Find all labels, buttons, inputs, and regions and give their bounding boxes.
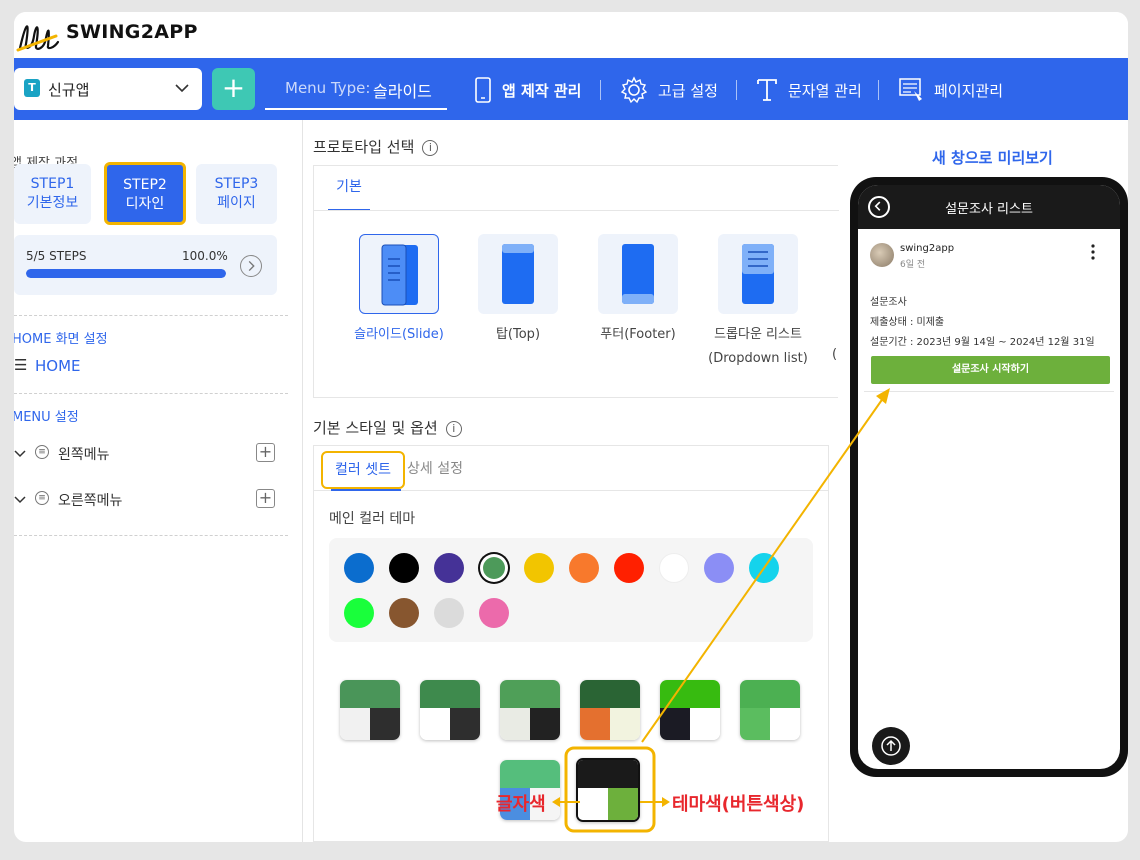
annotation-arrow-line [641, 393, 887, 743]
annotation-text-color: 글자색 [496, 794, 546, 815]
app-window: SWING2APP T 신규앱 + Menu Type: 슬라이드 앱 제작 관… [14, 12, 1128, 842]
annotation-theme-color: 테마색(버튼색상) [672, 794, 805, 815]
annotation-arrowhead [662, 797, 670, 807]
annotation-arrowhead [876, 388, 890, 404]
annotation-arrowhead [552, 797, 560, 807]
annotation-highlight-box [564, 746, 656, 833]
annotation-overlay [552, 388, 890, 833]
